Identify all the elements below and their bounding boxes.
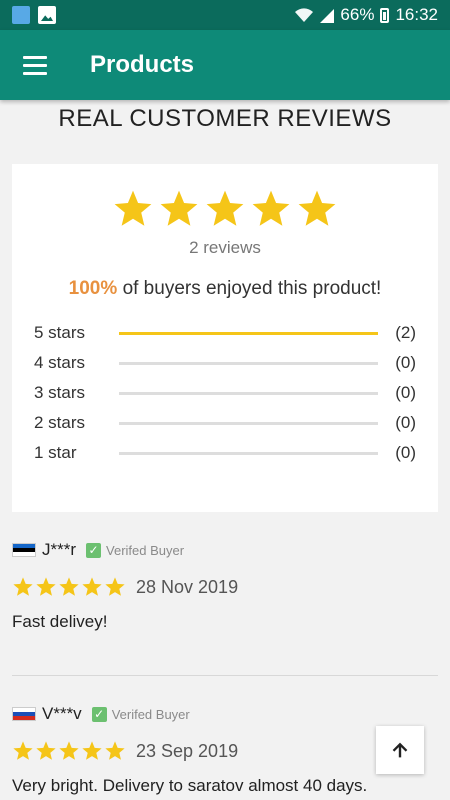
distribution-bar-track: [119, 361, 378, 365]
star-icon: [206, 190, 244, 226]
star-icon: [105, 577, 125, 596]
star-icon: [82, 577, 102, 596]
reviews-section-title: REAL CUSTOMER REVIEWS: [58, 105, 392, 132]
distribution-row: 2 stars (0): [34, 408, 416, 438]
review-stars: [12, 740, 126, 762]
reviews-count: 2 reviews: [189, 238, 261, 257]
review-date: 28 Nov 2019: [136, 576, 239, 597]
star-icon: [298, 190, 336, 226]
distribution-bar-track: [119, 391, 378, 395]
star-icon: [36, 577, 56, 596]
distribution-count: (0): [395, 383, 416, 402]
distribution-label: 2 stars: [34, 413, 86, 432]
reviewer-name: V***v: [42, 704, 82, 723]
enjoyed-percent: 100%: [68, 278, 118, 299]
battery-icon: [380, 7, 390, 23]
star-icon: [59, 741, 79, 760]
review-text: Fast delivey!: [12, 612, 108, 631]
wifi-icon: [295, 8, 314, 22]
distribution-row: 3 stars (0): [34, 378, 416, 408]
review-date: 23 Sep 2019: [136, 740, 239, 761]
app-notification-icon: [12, 6, 30, 24]
star-icon: [114, 190, 152, 226]
distribution-row: 4 stars (0): [34, 348, 416, 378]
signal-icon: [320, 9, 335, 23]
star-icon: [59, 577, 79, 596]
gallery-notification-icon: [38, 6, 56, 24]
distribution-count: (0): [395, 353, 416, 372]
star-icon: [13, 741, 33, 760]
distribution-label: 5 stars: [34, 323, 86, 342]
distribution-label: 4 stars: [34, 353, 86, 372]
clock: 16:32: [395, 5, 438, 24]
star-icon: [82, 741, 102, 760]
distribution-count: (0): [395, 443, 416, 462]
distribution-bar-track: [119, 331, 378, 335]
scroll-to-top-button[interactable]: [376, 726, 424, 774]
star-icon: [36, 741, 56, 760]
verified-label: Verifed Buyer: [111, 706, 190, 722]
arrow-up-icon: [392, 742, 408, 758]
star-icon: [105, 741, 125, 760]
distribution-bar-fill: [119, 331, 378, 335]
rating-summary-card: 2 reviews 100% of buyers enjoyed this pr…: [12, 164, 438, 512]
review-text: Very bright. Delivery to saratov almost …: [12, 776, 368, 795]
reviewer-line: J***r ✓ Verifed Buyer: [12, 540, 438, 560]
check-icon: ✓: [91, 706, 107, 722]
divider: [12, 675, 438, 676]
star-icon: [252, 190, 290, 226]
menu-button[interactable]: [0, 30, 70, 100]
star-icon: [13, 577, 33, 596]
hamburger-menu-icon: [23, 56, 47, 75]
russia-flag-icon: [12, 707, 36, 721]
app-bar: Products: [0, 30, 450, 100]
star-icon: [160, 190, 198, 226]
overall-rating-stars: [12, 188, 438, 230]
estonia-flag-icon: [12, 543, 36, 557]
review-item: J***r ✓ Verifed Buyer 28 Nov 2019 Fast d…: [12, 540, 438, 632]
distribution-count: (0): [395, 413, 416, 432]
status-bar: 66% 16:32: [0, 0, 450, 30]
enjoyed-summary: 100% of buyers enjoyed this product!: [12, 278, 438, 300]
verified-badge: ✓ Verifed Buyer: [86, 542, 185, 558]
distribution-count: (2): [395, 323, 416, 342]
distribution-bar-track: [119, 451, 378, 455]
rating-distribution: 5 stars (2) 4 stars (0) 3 stars (0) 2 stars (0)…: [34, 318, 416, 468]
check-icon: ✓: [86, 542, 102, 558]
review-item: V***v ✓ Verifed Buyer 23 Sep 2019 Very b…: [12, 704, 438, 796]
verified-badge: ✓ Verifed Buyer: [91, 706, 190, 722]
distribution-row: 1 star (0): [34, 438, 416, 468]
battery-percent: 66%: [340, 5, 375, 24]
verified-label: Verifed Buyer: [106, 542, 185, 558]
page-title: Products: [90, 51, 195, 78]
distribution-bar-track: [119, 421, 378, 425]
reviewer-line: V***v ✓ Verifed Buyer: [12, 704, 438, 724]
distribution-row: 5 stars (2): [34, 318, 416, 348]
distribution-label: 1 star: [34, 443, 77, 462]
review-stars: [12, 576, 126, 598]
enjoyed-text: of buyers enjoyed this product!: [122, 278, 382, 299]
reviewer-name: J***r: [42, 540, 77, 559]
distribution-label: 3 stars: [34, 383, 86, 402]
